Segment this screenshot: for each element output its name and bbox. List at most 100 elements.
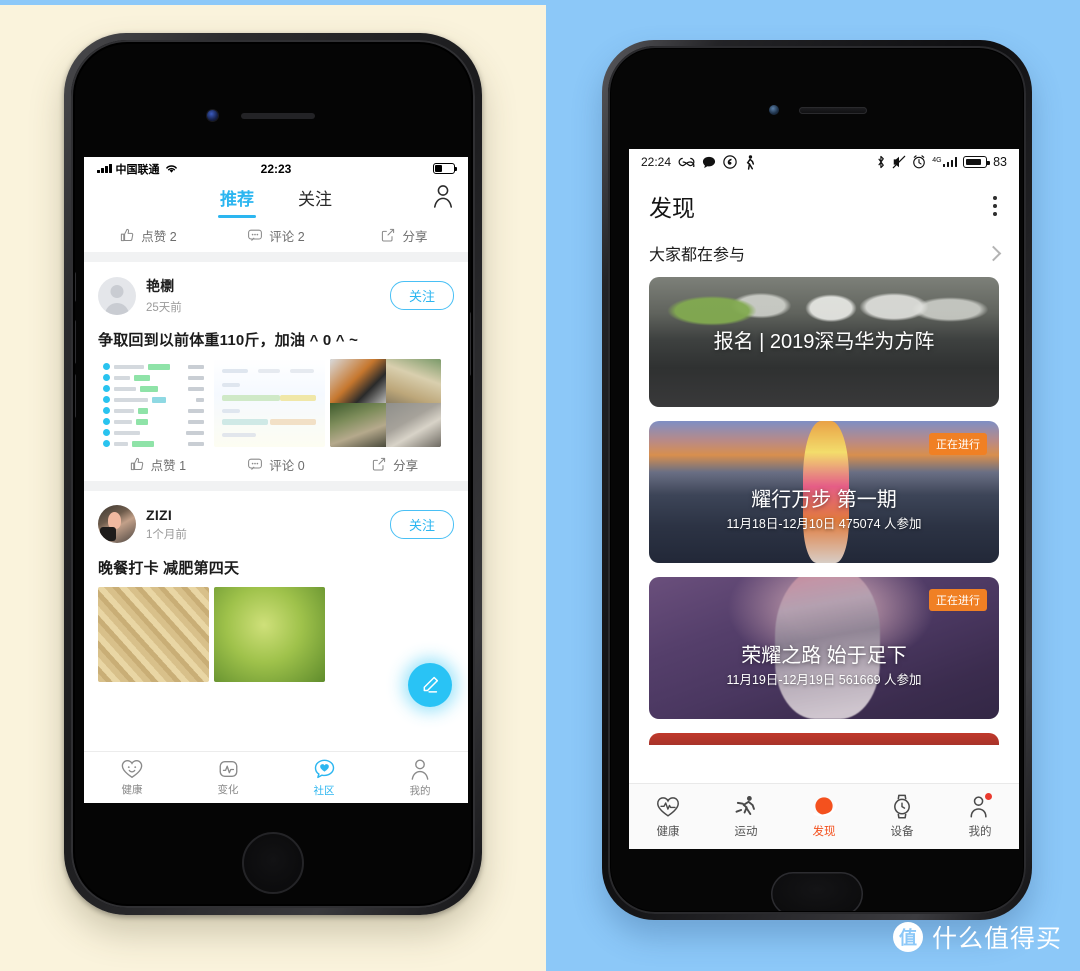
- tab-recommend[interactable]: 推荐: [220, 185, 254, 214]
- nav-label: 健康: [121, 784, 143, 796]
- mute-icon: [892, 155, 906, 169]
- infinity-icon: [678, 157, 695, 167]
- feed-separator: [84, 481, 468, 491]
- feed-separator: [84, 252, 468, 262]
- like-label: 点赞 2: [141, 229, 177, 244]
- comment-label: 评论 0: [269, 458, 305, 473]
- watermark-text: 什么值得买: [931, 925, 1062, 953]
- right-phone-bezel: 22:24 4G 83 发现 大家都在参与 报名 | 2019深马华为方阵 正在…: [608, 46, 1026, 914]
- feed-tab-bar[interactable]: 推荐 关注: [84, 180, 468, 218]
- comment-action[interactable]: 评论 0: [217, 455, 336, 474]
- post-username: ZIZI: [146, 506, 173, 523]
- nav-label: 我的: [968, 825, 992, 838]
- avatar[interactable]: [98, 505, 136, 543]
- section-header-participating[interactable]: 大家都在参与: [629, 233, 1019, 277]
- like-label: 点赞 1: [150, 458, 187, 473]
- nav-item-health[interactable]: 健康: [84, 758, 180, 797]
- profile-person-icon[interactable]: [432, 184, 454, 208]
- kebab-menu-icon[interactable]: [991, 192, 999, 220]
- nav-label: 发现: [812, 825, 836, 838]
- post-image-thumbnail[interactable]: [98, 359, 209, 447]
- activity-card-list: 报名 | 2019深马华为方阵 正在进行 耀行万步 第一期 11月18日-12月…: [629, 277, 1019, 745]
- card-title: 耀行万步 第一期: [751, 489, 897, 511]
- watch-icon: [894, 794, 910, 819]
- power-button[interactable]: [470, 312, 471, 376]
- activity-card[interactable]: 正在进行 荣耀之路 始于足下 11月19日-12月19日 561669 人参加: [649, 577, 999, 719]
- heart-face-icon: [121, 759, 143, 779]
- watermark-logo: 值: [892, 922, 923, 952]
- nav-item-exercise[interactable]: 运动: [707, 795, 785, 839]
- post-action-row[interactable]: 点赞 1 评论 0 分享: [98, 447, 454, 481]
- home-button[interactable]: [771, 872, 863, 911]
- post-image-thumbnail[interactable]: [330, 359, 441, 447]
- carrier-group: 中国联通: [97, 161, 179, 177]
- music-icon: [723, 155, 737, 169]
- bluetooth-icon: [878, 155, 885, 169]
- left-bottom-nav[interactable]: 健康 变化 社区 我的: [84, 751, 468, 803]
- front-camera-icon: [207, 110, 218, 121]
- post-text: 争取回到以前体重110斤，加油 ^ 0 ^ ~: [98, 332, 359, 349]
- chevron-right-icon[interactable]: [985, 245, 1002, 261]
- nav-item-changes[interactable]: 变化: [180, 758, 276, 797]
- tab-following[interactable]: 关注: [298, 185, 332, 214]
- battery-icon: [433, 163, 457, 174]
- card-title: 荣耀之路 始于足下: [741, 645, 907, 667]
- like-action[interactable]: 点赞 2: [84, 226, 212, 245]
- comment-icon: [248, 458, 263, 470]
- nav-item-discover[interactable]: 发现: [785, 795, 863, 839]
- discover-planet-icon: [813, 796, 837, 816]
- right-bottom-nav[interactable]: 健康 运动 发现 设备 我的: [629, 783, 1019, 849]
- post-image-thumbnail[interactable]: [98, 587, 209, 682]
- follow-button[interactable]: 关注: [389, 281, 454, 310]
- activity-card-partial[interactable]: [649, 733, 999, 745]
- avatar[interactable]: [98, 276, 136, 315]
- nav-item-mine[interactable]: 我的: [372, 758, 468, 798]
- nav-item-health[interactable]: 健康: [629, 795, 707, 839]
- post-item[interactable]: ZIZI 1个月前 关注 晚餐打卡 减肥第四天: [84, 491, 468, 682]
- volume-up-button[interactable]: [75, 320, 76, 364]
- home-button[interactable]: [242, 832, 304, 894]
- right-phone-screen: 22:24 4G 83 发现 大家都在参与 报名 | 2019深马华为方阵 正在…: [629, 149, 1019, 849]
- android-status-bar: 22:24 4G 83: [629, 149, 1019, 175]
- activity-card[interactable]: 报名 | 2019深马华为方阵: [649, 277, 999, 407]
- share-action[interactable]: 分享: [335, 455, 454, 474]
- volume-down-button[interactable]: [75, 374, 76, 418]
- nav-label: 运动: [734, 825, 758, 838]
- left-phone-device: 中国联通 22:23 推荐 关注 点赞 2 评论 2 分享 艳檦 25天前 关注…: [64, 33, 482, 915]
- pencil-edit-icon: [423, 676, 439, 693]
- card-meta: 11月18日-12月10日 475074 人参加: [726, 517, 922, 531]
- post-item[interactable]: 艳檦 25天前 关注 争取回到以前体重110斤，加油 ^ 0 ^ ~ 点赞 1 …: [84, 262, 468, 481]
- nav-item-device[interactable]: 设备: [863, 794, 941, 839]
- person-icon: [411, 759, 429, 780]
- nav-label: 我的: [409, 784, 431, 797]
- nav-item-community[interactable]: 社区: [276, 758, 372, 798]
- nav-label: 社区: [313, 784, 335, 797]
- status-badge: 正在进行: [929, 433, 987, 455]
- activity-card[interactable]: 正在进行 耀行万步 第一期 11月18日-12月10日 475074 人参加: [649, 421, 999, 563]
- comment-action[interactable]: 评论 2: [212, 226, 340, 245]
- post-image-thumbnail[interactable]: [214, 359, 325, 447]
- community-heart-icon: [314, 759, 334, 778]
- like-action[interactable]: 点赞 1: [98, 455, 217, 474]
- post-image-grid[interactable]: [98, 587, 454, 682]
- page-header: 发现: [629, 175, 1019, 233]
- battery-percent: 83: [993, 155, 1007, 169]
- nav-item-mine[interactable]: 我的: [941, 792, 1019, 839]
- post-action-row-top[interactable]: 点赞 2 评论 2 分享: [84, 218, 468, 252]
- battery-icon: [963, 156, 990, 168]
- section-title: 大家都在参与: [649, 247, 746, 264]
- nav-label: 变化: [217, 784, 239, 796]
- post-image-grid[interactable]: [98, 359, 454, 447]
- ios-status-bar: 中国联通 22:23: [84, 157, 468, 180]
- post-username: 艳檦: [146, 278, 175, 294]
- share-action[interactable]: 分享: [340, 226, 468, 245]
- compose-post-button[interactable]: [408, 663, 452, 707]
- share-icon: [373, 457, 386, 471]
- thumbs-up-icon: [121, 228, 134, 242]
- status-badge: 正在进行: [929, 589, 987, 611]
- status-left-group: 22:24: [641, 154, 756, 170]
- follow-button[interactable]: 关注: [389, 509, 454, 539]
- mute-switch[interactable]: [75, 272, 76, 302]
- post-image-thumbnail[interactable]: [214, 587, 325, 682]
- post-header: ZIZI 1个月前 关注: [98, 491, 454, 551]
